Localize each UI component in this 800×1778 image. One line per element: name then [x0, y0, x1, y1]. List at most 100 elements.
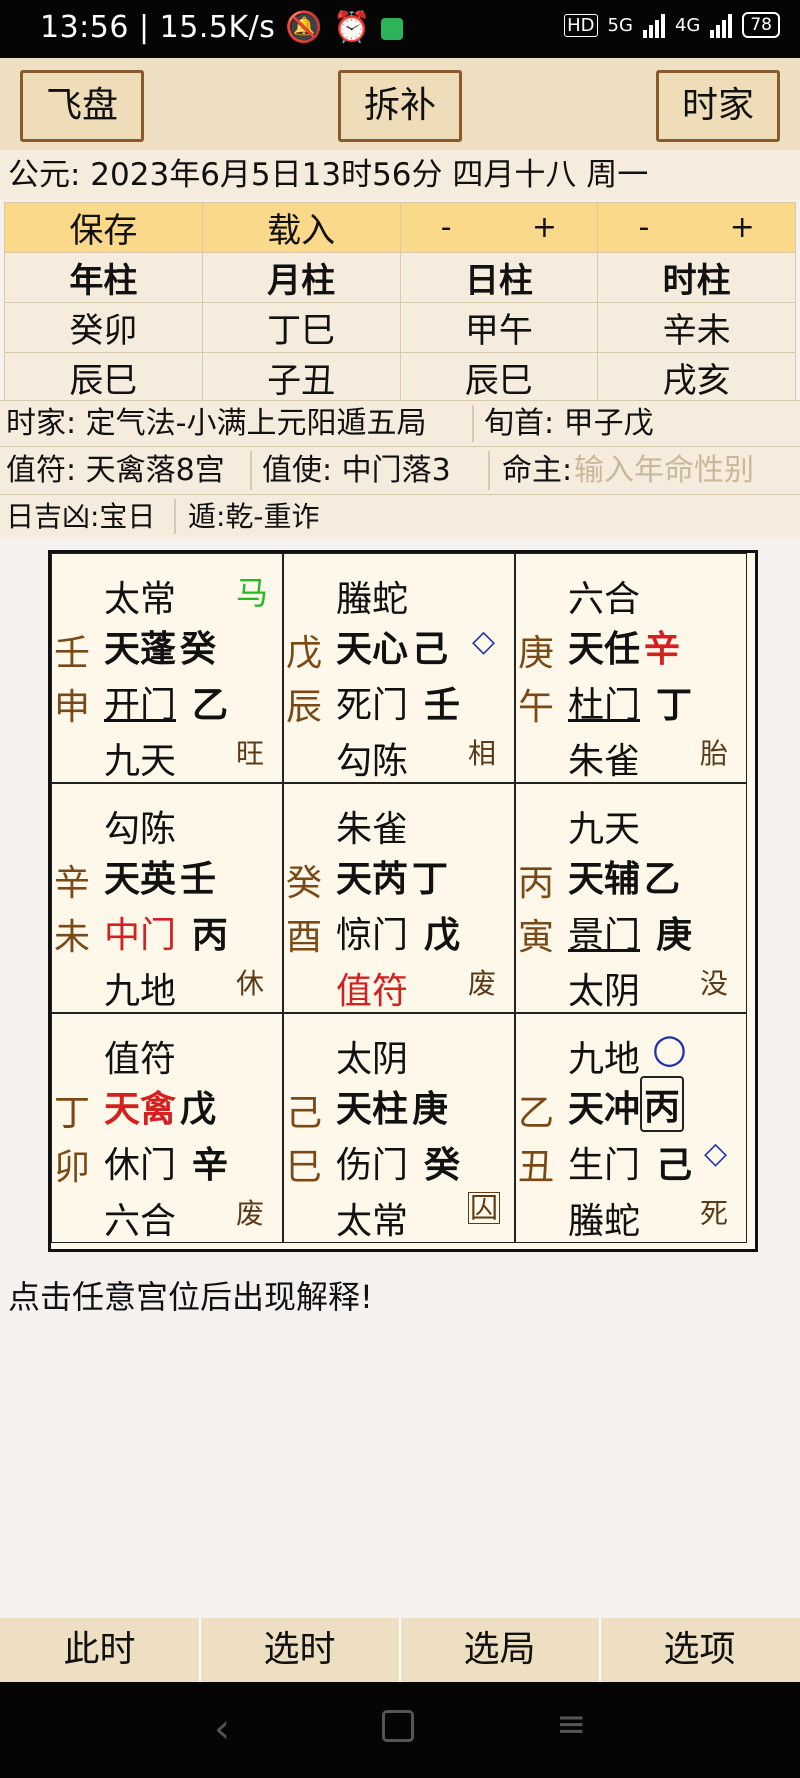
cishi-button[interactable]: 此时 — [0, 1618, 201, 1682]
hour-pillar: 辛未 — [597, 302, 796, 353]
star-stem: 己 — [412, 628, 449, 670]
zhishi-info: 值使: 中门落3 — [262, 453, 451, 488]
month-pillar-header: 月柱 — [201, 252, 401, 303]
signal-icon-2 — [710, 12, 733, 38]
dun-info: 遁:乾-重诈 — [188, 500, 320, 533]
palace-stem: 丁 — [54, 1093, 91, 1134]
mingzhu-label: 命主: — [502, 453, 573, 488]
xuanju-button[interactable]: 选局 — [400, 1618, 601, 1682]
door-stem: 乙 — [192, 685, 229, 726]
palace-state: 旺 — [236, 737, 265, 770]
status-time: 13:56 — [40, 10, 129, 45]
palace-gen[interactable]: 值符 丁 卯 天禽 戊 休门 辛 六合 废 — [51, 1013, 283, 1243]
info-row-2: 值符: 天禽落8宫 值使: 中门落3 命主: 输入年命性别 — [0, 446, 800, 494]
hour-minus-button[interactable]: - — [638, 210, 649, 245]
hour-stepper: - + — [597, 202, 796, 253]
month-pillar: 丁巳 — [201, 302, 401, 353]
star-stem: 癸 — [180, 628, 217, 670]
palace-zhen[interactable]: 勾陈 辛 未 天英 壬 中门 丙 九地 休 — [51, 783, 283, 1013]
xuanshi-button[interactable]: 选时 — [200, 1618, 401, 1682]
palace-god: 值符 — [104, 1039, 177, 1080]
palace-branch: 午 — [518, 687, 555, 728]
palace-god: 勾陈 — [104, 809, 177, 850]
palace-star: 天辅 — [568, 858, 641, 900]
chaibu-button[interactable]: 拆补 — [338, 70, 462, 142]
alarm-icon: ⏰ — [333, 10, 372, 45]
door-stem: 戊 — [424, 915, 461, 956]
back-icon[interactable]: ‹ — [214, 1706, 230, 1752]
palace-center[interactable]: 朱雀 癸 酉 天芮 丁 惊门 戊 值符 废 — [283, 783, 515, 1013]
day-kongwang: 辰巳 — [399, 352, 599, 403]
pillar-table: 保存 载入 - + - + 年柱 月柱 日柱 时柱 癸卯 丁巳 甲午 辛未 辰巳 子… — [4, 202, 796, 403]
divider — [472, 405, 474, 442]
palace-god: 六合 — [568, 579, 641, 620]
palace-spirit: 螣蛇 — [568, 1201, 641, 1242]
palace-spirit: 值符 — [336, 971, 409, 1012]
save-button[interactable]: 保存 — [4, 202, 203, 253]
palace-door: 中门 — [104, 915, 177, 956]
date-line: 公元: 2023年6月5日13时56分 四月十八 周一 — [0, 150, 800, 200]
hour-pillar-header: 时柱 — [597, 252, 796, 303]
palace-branch: 寅 — [518, 917, 555, 958]
palace-kun[interactable]: 六合 庚 午 天任 辛 杜门 丁 朱雀 胎 — [515, 553, 747, 783]
hd-icon: HD — [564, 13, 598, 37]
palace-spirit: 九天 — [104, 741, 177, 782]
signal-icon — [642, 12, 665, 38]
hour-kongwang: 戌亥 — [597, 352, 796, 403]
xuanxiang-button[interactable]: 选项 — [600, 1618, 799, 1682]
status-right: HD 5G 4G 78 — [564, 12, 780, 38]
palace-door: 景门 — [568, 915, 641, 956]
palace-branch: 未 — [54, 917, 91, 958]
palace-door: 惊门 — [336, 915, 409, 956]
hour-plus-button[interactable]: + — [730, 210, 755, 245]
shijia-button[interactable]: 时家 — [656, 70, 780, 142]
palace-star: 天禽 — [104, 1088, 177, 1130]
door-stem: 癸 — [424, 1145, 461, 1186]
palace-branch: 丑 — [518, 1147, 555, 1188]
menu-icon[interactable]: ≡ — [556, 1704, 586, 1745]
horse-mark: 马 — [236, 574, 269, 612]
home-icon[interactable] — [382, 1710, 414, 1742]
mingzhu-input[interactable]: 输入年命性别 — [574, 447, 754, 495]
mute-icon: 🔕 — [285, 10, 324, 45]
action-row: 保存 载入 - + - + — [4, 202, 796, 253]
palace-spirit: 九地 — [104, 971, 177, 1012]
nine-palace-board: 太常 马 壬 申 天蓬 癸 开门 乙 九天 旺 螣蛇 戊 辰 天心 己 ◇ 死门… — [48, 550, 758, 1252]
top-toolbar: 飞盘 拆补 时家 — [0, 58, 800, 150]
door-stem: 丙 — [192, 915, 229, 956]
palace-state: 休 — [236, 967, 265, 1000]
palace-state: 废 — [468, 967, 497, 1000]
palace-branch: 辰 — [286, 687, 323, 728]
palace-qian[interactable]: 九地 ○ 乙 丑 天冲 丙 生门 己 ◇ 螣蛇 死 — [515, 1013, 747, 1243]
palace-door: 死门 — [336, 685, 409, 726]
load-button[interactable]: 载入 — [201, 202, 401, 253]
system-nav-bar: ‹ ≡ — [0, 1682, 800, 1778]
circle-icon: ○ — [652, 1026, 687, 1072]
day-pillar-header: 日柱 — [399, 252, 599, 303]
star-stem: 乙 — [644, 858, 681, 900]
palace-kan[interactable]: 太阴 己 巳 天柱 庚 伤门 癸 太常 囚 — [283, 1013, 515, 1243]
palace-li[interactable]: 螣蛇 戊 辰 天心 己 ◇ 死门 壬 勾陈 相 — [283, 553, 515, 783]
hint-text: 点击任意宫位后出现解释! — [8, 1278, 373, 1316]
xunshou-info: 旬首: 甲子戊 — [484, 406, 654, 441]
door-stem: 庚 — [656, 915, 693, 956]
bottom-toolbar: 此时 选时 选局 选项 — [0, 1618, 800, 1682]
date-minus-button[interactable]: - — [441, 210, 452, 245]
rijixiong-info: 日吉凶:宝日 — [6, 500, 156, 533]
divider — [174, 499, 176, 534]
palace-stem: 庚 — [518, 633, 555, 674]
net-4g-label: 4G — [674, 14, 701, 36]
palace-star: 天芮 — [336, 858, 409, 900]
status-bar: 13:56 | 15.5K/s 🔕 ⏰ HD 5G 4G 78 — [0, 0, 800, 58]
date-plus-button[interactable]: + — [532, 210, 557, 245]
feipan-button[interactable]: 飞盘 — [20, 70, 144, 142]
palace-spirit: 朱雀 — [568, 741, 641, 782]
star-stem: 庚 — [412, 1088, 449, 1130]
palace-state: 囚 — [468, 1191, 501, 1224]
palace-god: 朱雀 — [336, 809, 409, 850]
palace-branch: 卯 — [54, 1147, 91, 1188]
palace-dui[interactable]: 九天 丙 寅 天辅 乙 景门 庚 太阴 没 — [515, 783, 747, 1013]
palace-xun[interactable]: 太常 马 壬 申 天蓬 癸 开门 乙 九天 旺 — [51, 553, 283, 783]
palace-branch: 申 — [54, 687, 91, 728]
palace-door: 杜门 — [568, 685, 641, 726]
